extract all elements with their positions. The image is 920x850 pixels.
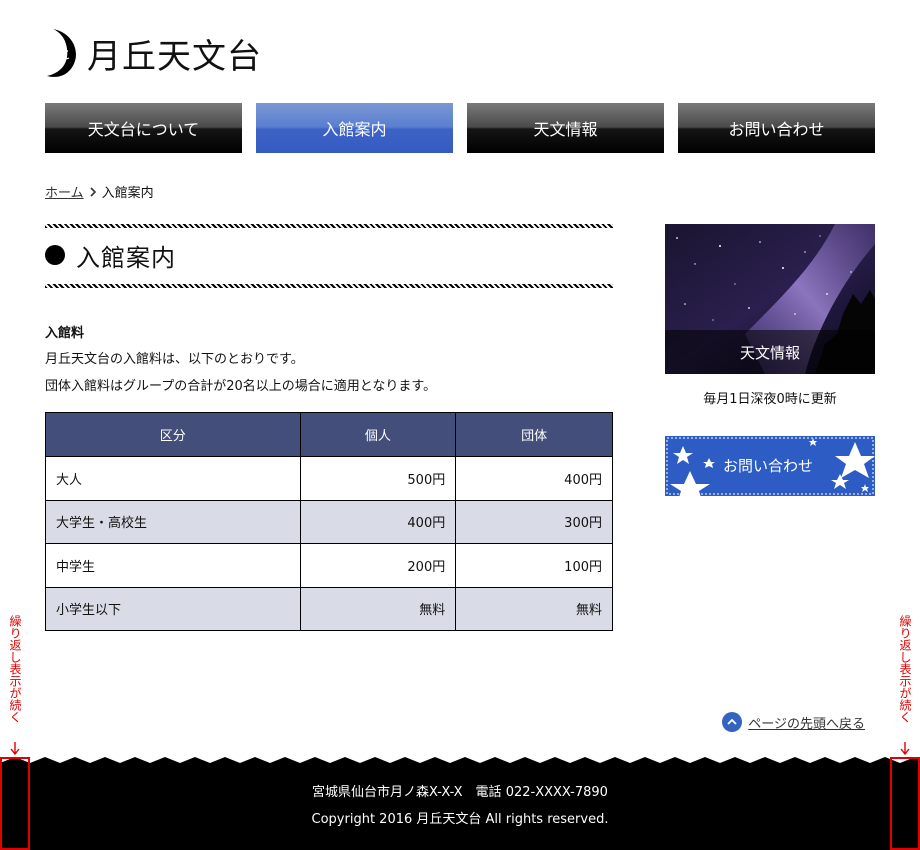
footer-copyright: Copyright 2016 月丘天文台 All rights reserved… — [311, 812, 609, 827]
repeat-highlight-right — [890, 757, 920, 850]
title-divider-bottom — [45, 284, 613, 288]
nav-item-contact[interactable]: お問い合わせ — [678, 103, 875, 153]
table-row: 大学生・高校生 400円 300円 — [45, 499, 613, 544]
contact-banner-label: お問い合わせ — [723, 457, 814, 475]
crescent-moon-icon — [47, 29, 76, 77]
astronomy-info-banner[interactable]: 天文情報 — [665, 224, 875, 374]
section-heading: 入館料 — [45, 326, 85, 341]
table-cell-individual: 200円 — [299, 543, 457, 588]
table-row: 大人 500円 400円 — [45, 456, 613, 501]
nav-item-about[interactable]: 天文台について — [45, 103, 242, 153]
breadcrumb-home-link[interactable]: ホーム — [45, 182, 84, 201]
footer-address: 宮城県仙台市月ノ森X-X-X 電話 022-XXXX-7890 — [312, 785, 608, 800]
bullet-dot-icon — [45, 245, 65, 265]
table-cell-category: 中学生 — [45, 543, 301, 588]
contact-banner[interactable]: お問い合わせ — [665, 436, 875, 496]
page-title-text: 入館案内 — [76, 243, 176, 272]
table-header-row: 区分 個人 団体 — [45, 412, 613, 457]
table-cell-category: 小学生以下 — [45, 586, 301, 631]
update-note: 毎月1日深夜0時に更新 — [703, 392, 837, 407]
site-footer: 宮城県仙台市月ノ森X-X-X 電話 022-XXXX-7890 Copyrigh… — [0, 770, 920, 850]
breadcrumb: ホーム 入館案内 — [45, 182, 154, 201]
table-cell-individual: 400円 — [299, 499, 457, 544]
table-header-category: 区分 — [45, 412, 301, 457]
table-cell-individual: 500円 — [299, 456, 457, 501]
table-cell-group: 無料 — [455, 586, 613, 631]
table-cell-category: 大人 — [45, 456, 301, 501]
table-cell-individual: 無料 — [299, 586, 457, 631]
admission-fee-table: 区分 個人 団体 大人 500円 400円 大学生・高校生 400円 300円 … — [45, 412, 613, 631]
arrow-down-icon — [10, 742, 20, 756]
table-cell-group: 300円 — [455, 499, 613, 544]
intro-line-1: 月丘天文台の入館料は、以下のとおりです。 — [45, 352, 304, 367]
back-to-top[interactable]: ページの先頭へ戻る — [722, 712, 865, 732]
table-header-group: 団体 — [455, 412, 613, 457]
arrow-down-icon — [900, 742, 910, 756]
repeat-highlight-left — [0, 757, 30, 850]
table-row: 小学生以下 無料 無料 — [45, 586, 613, 631]
intro-line-2: 団体入館料はグループの合計が20名以上の場合に適用となります。 — [45, 379, 437, 394]
repeat-annotation-right: 繰り返し表示が続く — [898, 615, 912, 723]
table-cell-category: 大学生・高校生 — [45, 499, 301, 544]
chevron-right-icon — [90, 186, 96, 197]
global-nav: 天文台について 入館案内 天文情報 お問い合わせ — [45, 103, 875, 153]
site-title: 月丘天文台 — [87, 36, 262, 77]
nav-item-astronomy-info[interactable]: 天文情報 — [467, 103, 664, 153]
title-divider-top — [45, 224, 613, 228]
breadcrumb-current: 入館案内 — [101, 186, 154, 201]
table-cell-group: 400円 — [455, 456, 613, 501]
footer-wave — [0, 757, 920, 771]
back-to-top-link[interactable]: ページの先頭へ戻る — [748, 713, 865, 732]
table-cell-group: 100円 — [455, 543, 613, 588]
astronomy-info-banner-label: 天文情報 — [665, 330, 875, 374]
site-logo[interactable]: 月丘天文台 — [45, 26, 262, 80]
table-header-individual: 個人 — [299, 412, 457, 457]
chevron-up-icon — [722, 712, 743, 732]
nav-item-admission[interactable]: 入館案内 — [256, 103, 453, 153]
page-title: 入館案内 — [45, 238, 176, 272]
repeat-annotation-left: 繰り返し表示が続く — [8, 615, 22, 723]
table-row: 中学生 200円 100円 — [45, 543, 613, 588]
